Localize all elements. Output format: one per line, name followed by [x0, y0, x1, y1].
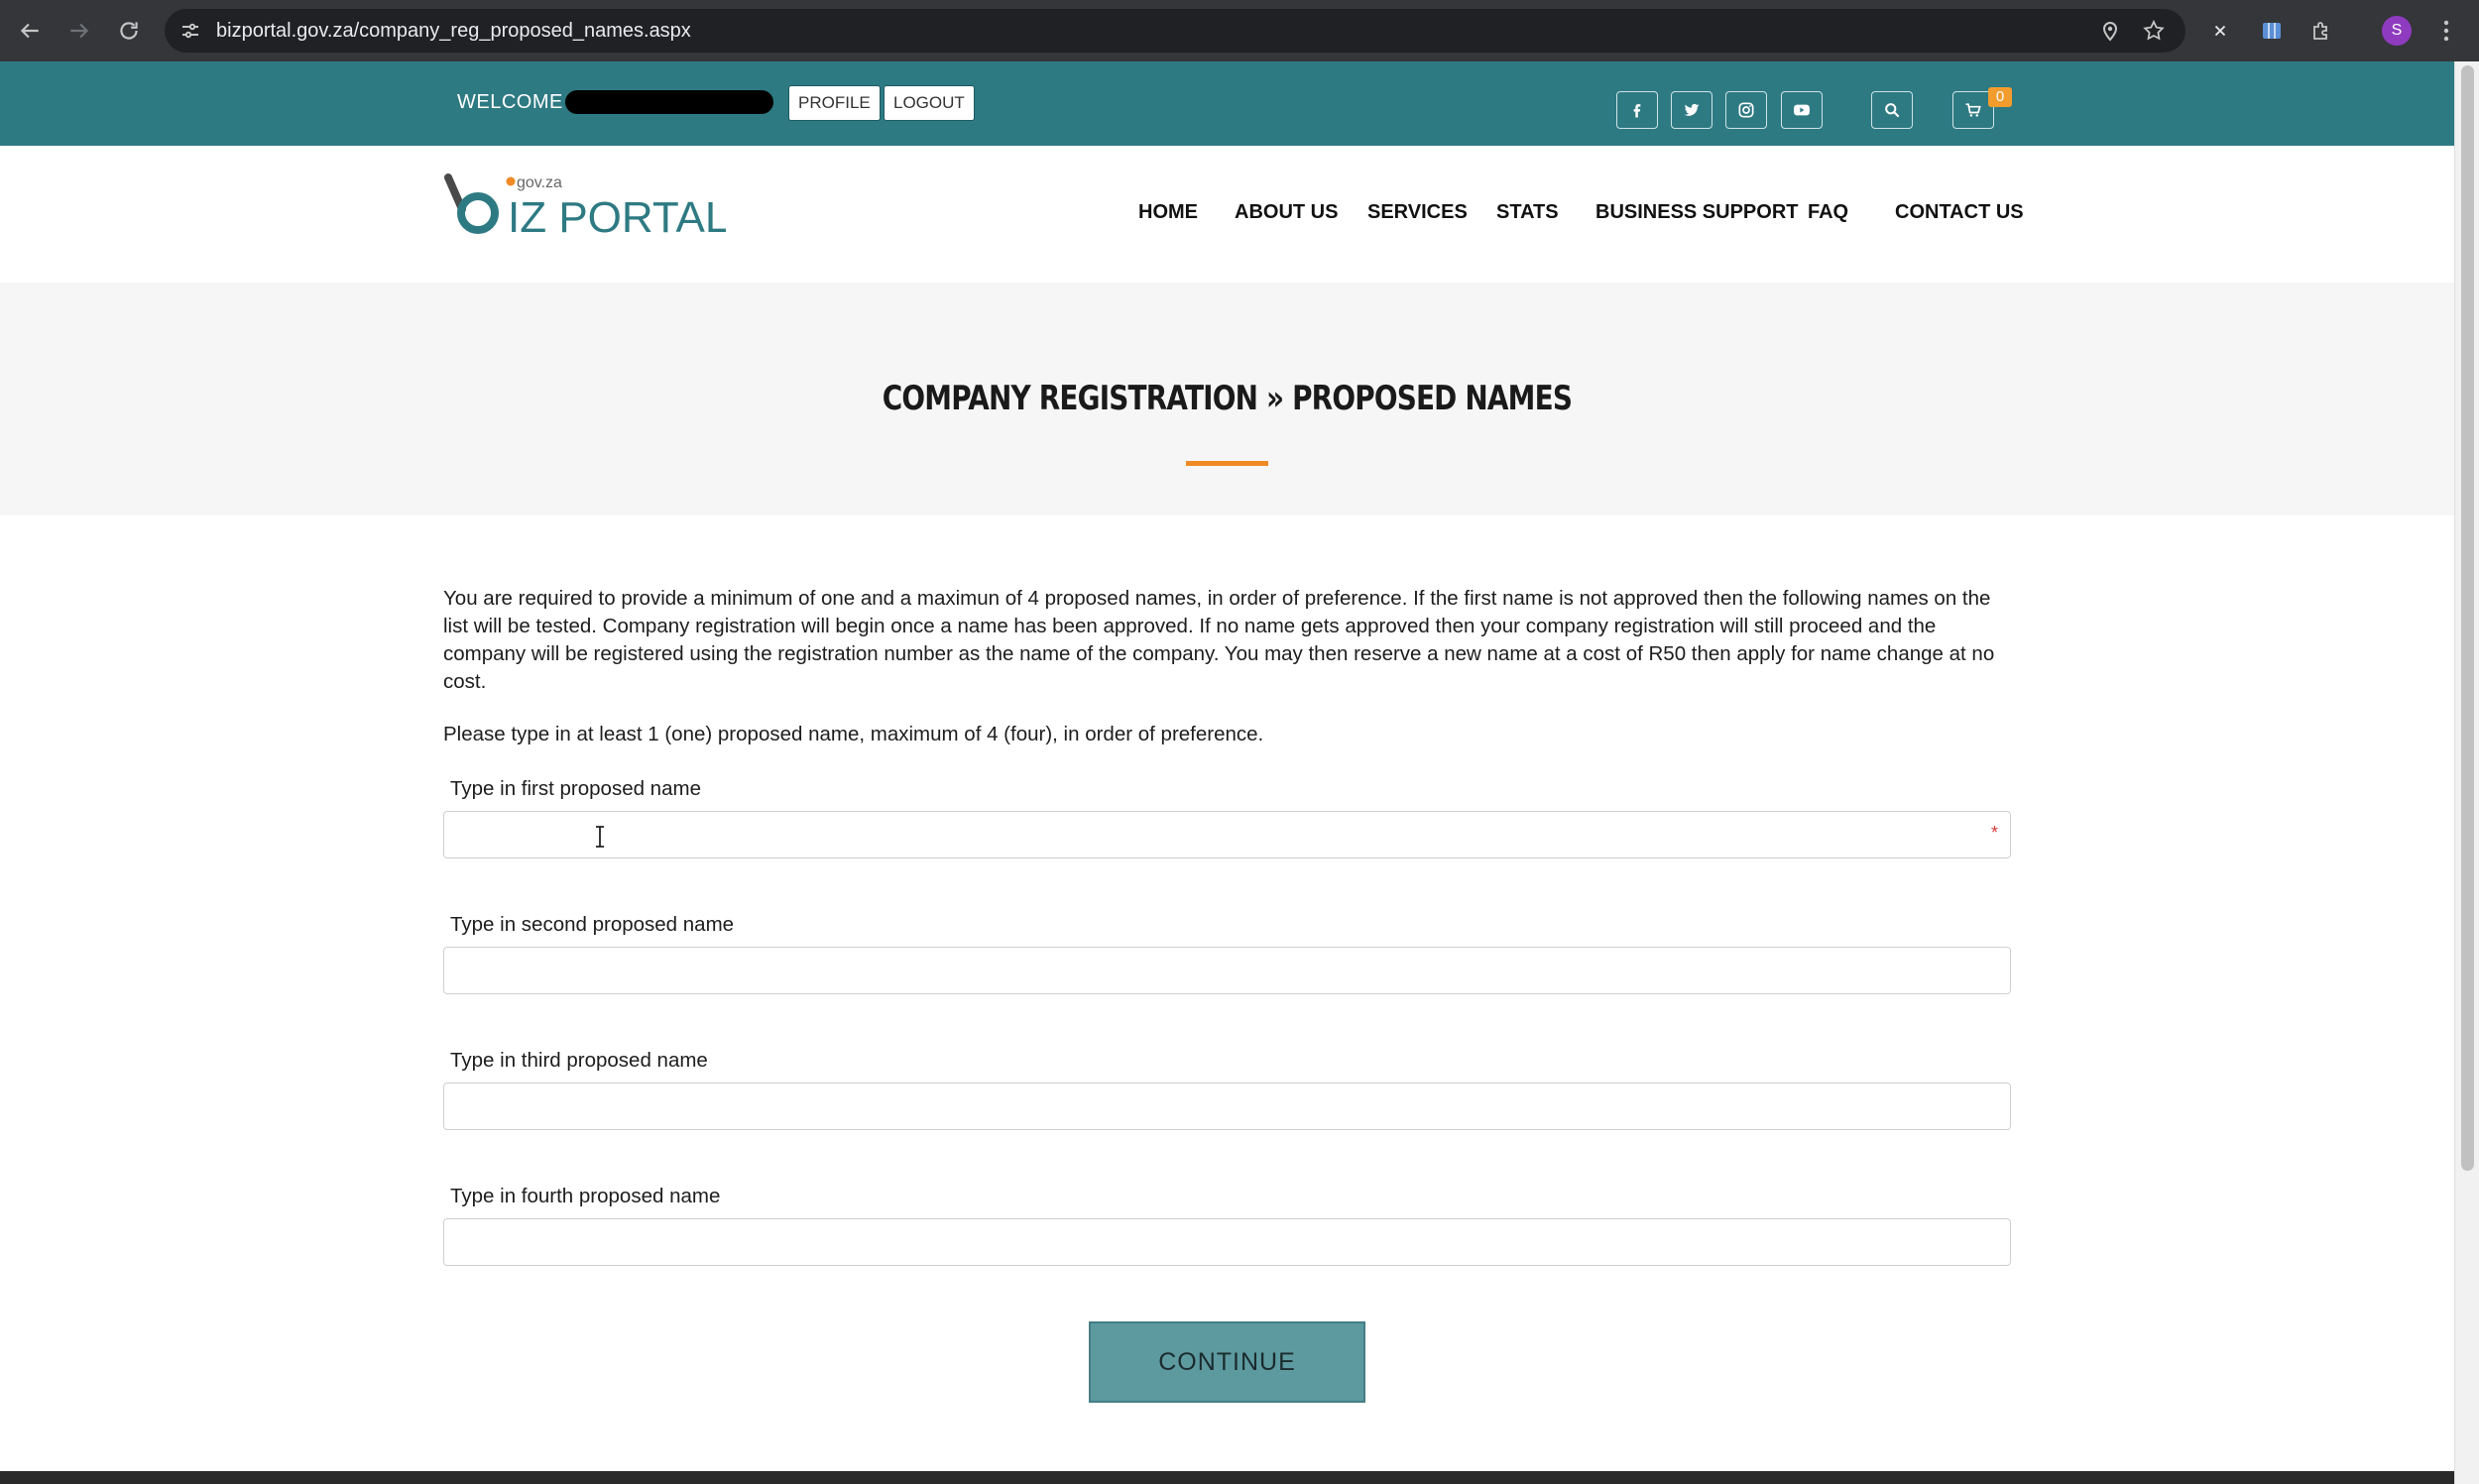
nav-about-us[interactable]: ABOUT US	[1235, 201, 1338, 224]
second-proposed-name-input[interactable]	[443, 947, 2011, 994]
bookmark-star-icon[interactable]	[2142, 19, 2166, 43]
extensions-puzzle-icon[interactable]	[2306, 16, 2336, 46]
continue-button[interactable]: CONTINUE	[1089, 1321, 1365, 1403]
site-settings-icon[interactable]	[178, 19, 202, 43]
third-proposed-name-input[interactable]	[443, 1083, 2011, 1130]
third-name-label: Type in third proposed name	[450, 1049, 708, 1072]
twitter-icon[interactable]	[1671, 91, 1712, 129]
location-pin-icon[interactable]	[2098, 19, 2122, 43]
site-header: gov.za IZ PORTAL HOME ABOUT US SERVICES …	[0, 146, 2454, 283]
welcome-bar: WELCOME PROFILE LOGOUT 0	[0, 61, 2454, 146]
browser-menu-icon[interactable]	[2431, 16, 2461, 46]
instruction-text: Please type in at least 1 (one) proposed…	[443, 723, 1264, 745]
bizportal-logo[interactable]: gov.za IZ PORTAL	[444, 171, 729, 242]
second-name-label: Type in second proposed name	[450, 913, 735, 936]
nav-services[interactable]: SERVICES	[1367, 201, 1468, 224]
redacted-username	[565, 90, 773, 114]
welcome-text: WELCOME	[457, 91, 563, 113]
browser-toolbar: bizportal.gov.za/company_reg_proposed_na…	[0, 0, 2479, 61]
first-proposed-name-input[interactable]: *	[443, 811, 2011, 858]
page: bizportal.gov.za/company_reg_proposed_na…	[0, 0, 2479, 1484]
logo-domain: gov.za	[517, 174, 562, 191]
intro-text: You are required to provide a minimum of…	[443, 587, 1995, 693]
url-text: bizportal.gov.za/company_reg_proposed_na…	[216, 20, 691, 42]
address-bar[interactable]: bizportal.gov.za/company_reg_proposed_na…	[165, 9, 2185, 53]
page-title: COMPANY REGISTRATION » PROPOSED NAMES	[882, 379, 1573, 418]
fourth-name-label: Type in fourth proposed name	[450, 1185, 721, 1207]
fourth-proposed-name-input[interactable]	[443, 1218, 2011, 1266]
nav-home[interactable]: HOME	[1138, 201, 1198, 224]
nav-contact-us[interactable]: CONTACT US	[1895, 201, 2024, 224]
nav-faq[interactable]: FAQ	[1808, 201, 1848, 224]
extension-x-icon[interactable]	[2205, 16, 2235, 46]
logo-name: IZ PORTAL	[508, 193, 726, 241]
extension-map-icon[interactable]	[2257, 16, 2287, 46]
search-icon[interactable]	[1871, 91, 1913, 129]
logo-mark-icon: gov.za IZ PORTAL	[444, 173, 729, 242]
forward-arrow-icon[interactable]	[61, 13, 97, 49]
required-asterisk: *	[1990, 823, 1998, 843]
reload-icon[interactable]	[111, 13, 147, 49]
logout-button[interactable]: LOGOUT	[884, 85, 975, 121]
instagram-icon[interactable]	[1725, 91, 1767, 129]
facebook-icon[interactable]	[1616, 91, 1658, 129]
profile-button[interactable]: PROFILE	[788, 85, 881, 121]
nav-stats[interactable]: STATS	[1496, 201, 1559, 224]
nav-business-support[interactable]: BUSINESS SUPPORT	[1595, 201, 1798, 224]
profile-avatar[interactable]: S	[2382, 16, 2412, 46]
youtube-icon[interactable]	[1781, 91, 1823, 129]
page-scrollbar[interactable]	[2454, 61, 2479, 1484]
first-name-label: Type in first proposed name	[450, 777, 701, 800]
title-underline	[1186, 461, 1268, 466]
footer-strip	[0, 1471, 2454, 1484]
cart-count-badge: 0	[1988, 87, 2012, 107]
text-cursor-icon	[596, 826, 604, 848]
scrollbar-thumb[interactable]	[2461, 65, 2474, 1171]
back-arrow-icon[interactable]	[12, 13, 48, 49]
title-band: COMPANY REGISTRATION » PROPOSED NAMES	[0, 283, 2454, 515]
